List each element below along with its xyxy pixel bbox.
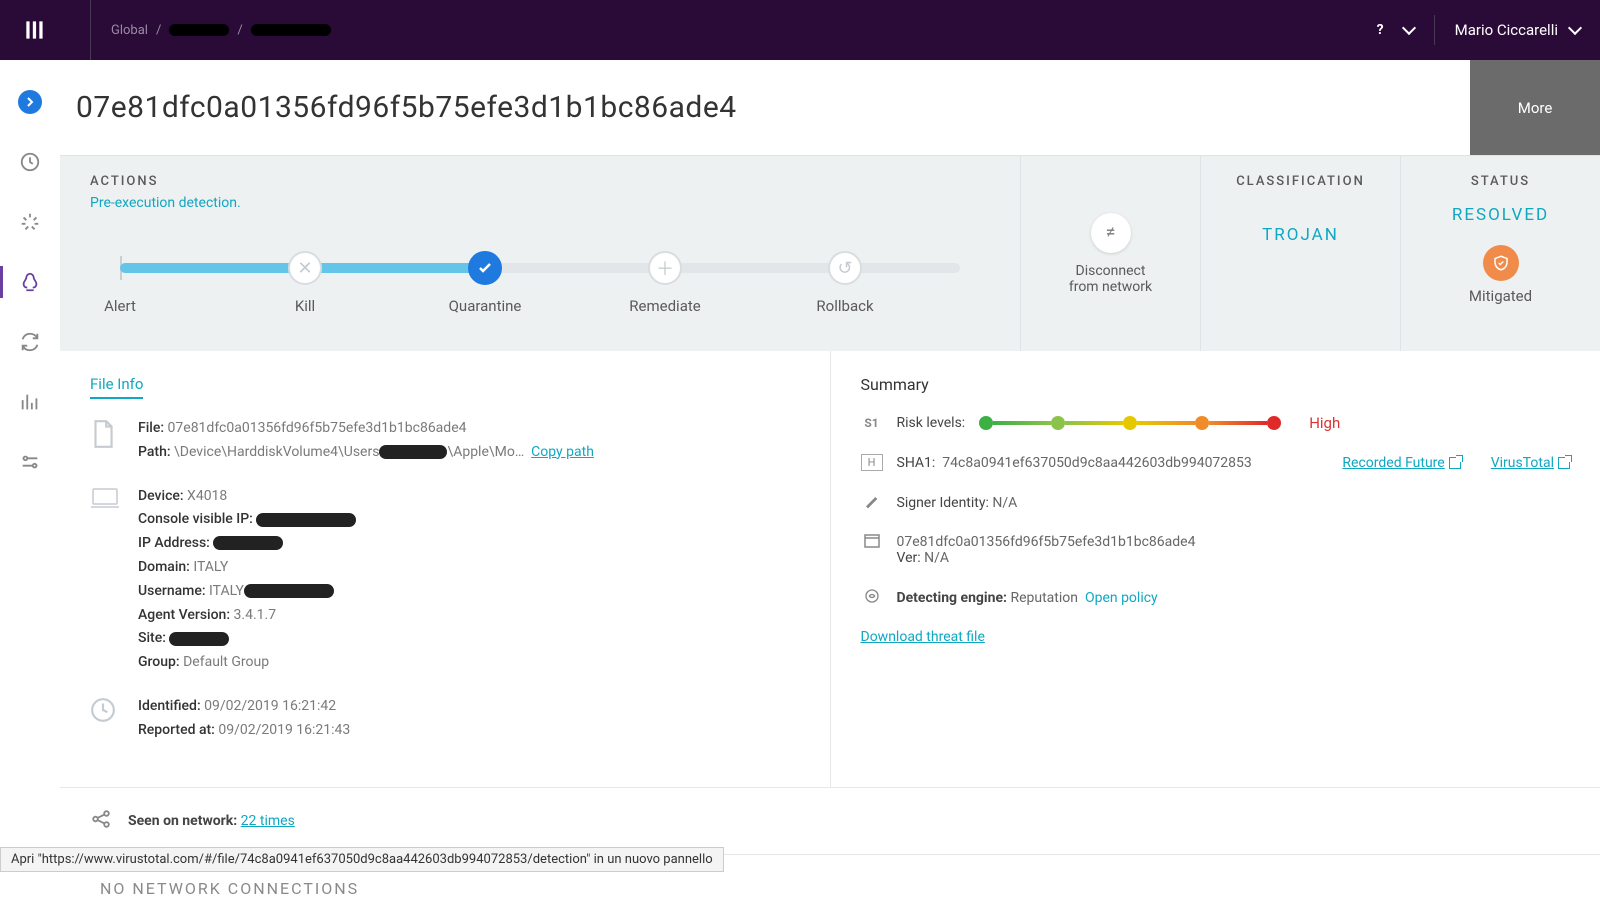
overview-panel: ACTIONS Pre-execution detection. Alert ✕…: [60, 155, 1600, 351]
timeline-label-quarantine: Quarantine: [449, 297, 522, 315]
summary-panel: Summary S1 Risk levels:: [831, 351, 1600, 787]
s1-icon: S1: [861, 416, 883, 430]
seen-on-network: Seen on network: 22 times: [60, 787, 1600, 854]
classification-heading: CLASSIFICATION: [1236, 174, 1365, 189]
path-redacted: [379, 445, 447, 459]
actions-section: ACTIONS Pre-execution detection. Alert ✕…: [60, 156, 1020, 351]
signer-row: Signer Identity: N/A: [861, 493, 1571, 512]
timeline-label-remediate: Remediate: [629, 297, 700, 315]
risk-row: S1 Risk levels: High: [861, 414, 1571, 432]
classification-section: CLASSIFICATION TROJAN: [1200, 156, 1400, 351]
nav-sync-icon[interactable]: [18, 330, 42, 354]
browser-status-bar: Apri "https://www.virustotal.com/#/file/…: [0, 847, 724, 872]
nav-dashboard-icon[interactable]: [18, 150, 42, 174]
engine-icon: [861, 588, 883, 607]
file-name: 07e81dfc0a01356fd96f5b75efe3d1b1bc86ade4: [168, 420, 467, 436]
timeline-node-remediate[interactable]: ＋: [648, 251, 682, 285]
cvip-redacted: [256, 513, 356, 527]
shield-icon: [1483, 245, 1519, 281]
disconnect-button[interactable]: ≠ Disconnectfrom network: [1020, 156, 1200, 351]
recorded-future-link[interactable]: Recorded Future: [1342, 455, 1460, 471]
status-mitigated: Mitigated: [1469, 287, 1532, 305]
id-row: 07e81dfc0a01356fd96f5b75efe3d1b1bc86ade4…: [861, 534, 1571, 566]
share-icon: [90, 808, 112, 834]
status-value[interactable]: RESOLVED: [1452, 205, 1549, 225]
user-menu[interactable]: Mario Ciccarelli: [1455, 21, 1580, 39]
risk-meter: [979, 416, 1281, 430]
disconnect-icon: ≠: [1091, 213, 1131, 253]
file-info-panel: File Info File: 07e81dfc0a01356fd96f5b75…: [60, 351, 831, 787]
help-button[interactable]: ?: [1377, 22, 1384, 38]
virustotal-link[interactable]: VirusTotal: [1491, 455, 1570, 471]
page-title: 07e81dfc0a01356fd96f5b75efe3d1b1bc86ade4: [60, 60, 1470, 155]
nav-reports-icon[interactable]: [18, 390, 42, 414]
hash-icon: H: [861, 454, 883, 471]
clock-icon: [90, 695, 122, 727]
open-policy-link[interactable]: Open policy: [1085, 590, 1158, 606]
device-icon: [90, 485, 122, 513]
more-button[interactable]: More: [1470, 60, 1600, 155]
device-value: X4018: [187, 488, 227, 504]
nav-expand-icon[interactable]: [18, 90, 42, 114]
status-section: STATUS RESOLVED Mitigated: [1400, 156, 1600, 351]
top-bar: Global / / ? Mario Ciccarelli: [0, 0, 1600, 60]
timeline-node-kill[interactable]: ✕: [288, 251, 322, 285]
username-redacted: [244, 584, 334, 598]
ip-redacted: [213, 536, 283, 550]
timeline-label-kill: Kill: [295, 297, 315, 315]
details-section: File Info File: 07e81dfc0a01356fd96f5b75…: [60, 351, 1600, 787]
nav-activity-icon[interactable]: [18, 210, 42, 234]
tab-file-info[interactable]: File Info: [90, 375, 143, 399]
timeline-label-rollback: Rollback: [816, 297, 873, 315]
engine-row: Detecting engine: Reputation Open policy: [861, 588, 1571, 607]
external-link-icon: [1558, 457, 1570, 469]
breadcrumb-redacted-1: [169, 24, 229, 36]
user-chevron-icon: [1568, 21, 1582, 35]
external-link-icon: [1449, 457, 1461, 469]
signer-icon: [861, 493, 883, 512]
timeline-node-quarantine[interactable]: [468, 251, 502, 285]
risk-value: High: [1309, 414, 1340, 432]
nav-settings-icon[interactable]: [18, 450, 42, 474]
user-name: Mario Ciccarelli: [1455, 21, 1558, 39]
actions-timeline: Alert ✕ Kill Quarantine ＋ Remediate ↺ Ro…: [90, 251, 990, 321]
summary-heading: Summary: [861, 375, 1571, 394]
separator: [1434, 15, 1435, 45]
breadcrumb[interactable]: Global / /: [90, 0, 331, 60]
breadcrumb-redacted-2: [251, 24, 331, 36]
seen-times-link[interactable]: 22 times: [241, 813, 295, 829]
logo-icon[interactable]: [20, 15, 50, 45]
timeline-node-rollback[interactable]: ↺: [828, 251, 862, 285]
status-heading: STATUS: [1471, 174, 1530, 189]
site-redacted: [169, 632, 229, 646]
timeline-label-alert: Alert: [104, 297, 136, 315]
actions-subtitle: Pre-execution detection.: [90, 195, 990, 211]
classification-value[interactable]: TROJAN: [1262, 225, 1339, 245]
actions-heading: ACTIONS: [90, 174, 990, 189]
window-icon: [861, 534, 883, 551]
file-icon: [90, 417, 122, 453]
breadcrumb-root[interactable]: Global: [111, 23, 148, 38]
copy-path-link[interactable]: Copy path: [531, 444, 594, 460]
sha1-row: H SHA1: 74c8a0941ef637050d9c8aa442603db9…: [861, 454, 1571, 471]
side-nav: [0, 60, 60, 922]
nav-analyze-icon[interactable]: [18, 270, 42, 294]
main-content: 07e81dfc0a01356fd96f5b75efe3d1b1bc86ade4…: [60, 60, 1600, 922]
help-chevron-icon[interactable]: [1402, 21, 1416, 35]
download-threat-link[interactable]: Download threat file: [861, 629, 985, 645]
